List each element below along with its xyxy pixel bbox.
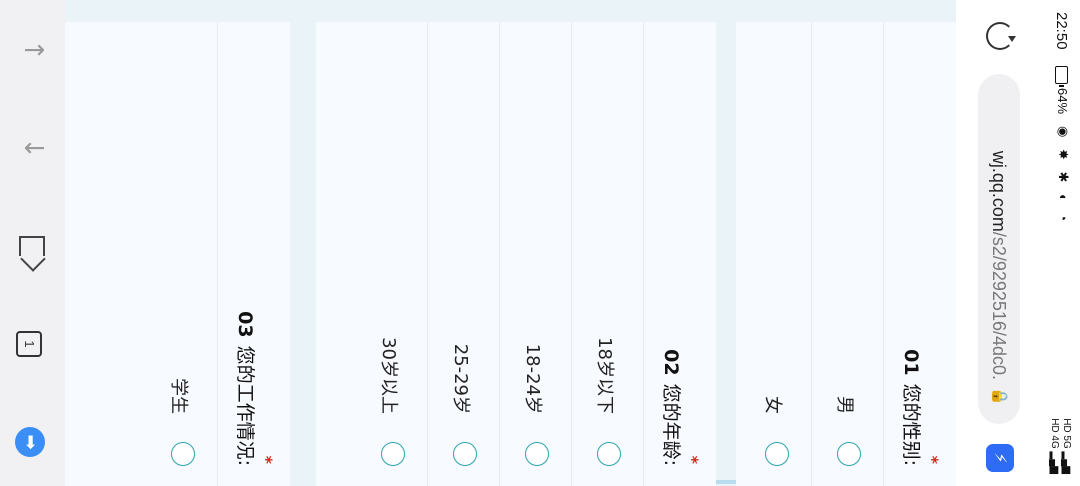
bolt-icon[interactable]: ⚡ (986, 444, 1014, 472)
survey-content: * 01您的性别: 男 女 * 02您的年龄: 18岁以下 18-24岁 25-… (65, 0, 956, 486)
status-bar: 22:50 64% ◉ ✸ ✱ ◐ ◔ HD 5G ▂▄▆ HD 4G ▂▄▆ (1036, 0, 1080, 486)
option-item[interactable]: 30岁以上 (355, 22, 428, 486)
url-field[interactable]: 🔒 wj.qq.com/s2/9292516/4dc0. (978, 74, 1020, 424)
url-host: wj.qq.com (989, 150, 1009, 232)
question-card-3: * 03您的工作情况: 学生 (65, 22, 290, 486)
option-item[interactable]: 学生 (145, 22, 218, 486)
option-label: 男 (834, 396, 855, 414)
radio-button[interactable] (171, 442, 195, 466)
question-number: 02 (660, 349, 682, 376)
question-title: * 01您的性别: (884, 22, 956, 486)
arrow-up-icon: ↑ (18, 39, 48, 61)
option-item[interactable]: 男 (811, 22, 884, 486)
lock-icon: 🔒 (991, 387, 1009, 406)
question-label: 您的年龄: (660, 383, 682, 466)
radio-button[interactable] (525, 442, 549, 466)
question-number: 01 (900, 349, 922, 376)
question-title: * 02您的年龄: (644, 22, 716, 486)
status-icons: ◉ ✸ ✱ ◐ ◔ (1056, 126, 1071, 226)
question-title: * 03您的工作情况: (218, 22, 290, 486)
option-item[interactable]: 女 (739, 22, 812, 486)
reload-icon[interactable] (986, 22, 1014, 50)
option-label: 18岁以下 (594, 337, 615, 414)
option-item[interactable]: 18-24岁 (499, 22, 572, 486)
radio-button[interactable] (765, 442, 789, 466)
status-time: 22:50 (1053, 12, 1070, 50)
tag-icon (19, 236, 45, 256)
network-icons: HD 5G ▂▄▆ HD 4G ▂▄▆ (1048, 418, 1072, 474)
option-label: 25-29岁 (450, 343, 471, 414)
radio-button[interactable] (453, 442, 477, 466)
battery-icon (1055, 66, 1068, 84)
tabs-button[interactable]: 1 (16, 328, 49, 360)
bottom-toolbar: ↑ ↓ 1 ➡ (0, 0, 65, 486)
arrow-right-circle-icon: ➡ (15, 427, 45, 457)
question-number: 03 (234, 311, 256, 338)
option-label: 18-24岁 (522, 343, 543, 414)
option-label: 学生 (168, 378, 189, 414)
option-label: 30岁以上 (378, 337, 399, 414)
arrow-down-icon: ↓ (18, 137, 48, 159)
question-label: 您的工作情况: (234, 345, 256, 466)
back-button[interactable]: ↑ (17, 34, 49, 66)
url-text: wj.qq.com/s2/9292516/4dc0. (988, 151, 1009, 380)
signal-5g-icon: HD 5G ▂▄▆ (1061, 418, 1072, 474)
url-path: /s2/9292516/4dc0. (989, 231, 1009, 380)
tabs-icon: 1 (16, 331, 42, 357)
battery-percent: 64% (1055, 88, 1070, 115)
option-item[interactable]: 25-29岁 (427, 22, 500, 486)
question-card-1: * 01您的性别: 男 女 (736, 22, 956, 486)
question-card-2: * 02您的年龄: 18岁以下 18-24岁 25-29岁 30岁以上 (316, 22, 716, 486)
radio-button[interactable] (597, 442, 621, 466)
question-label: 您的性别: (900, 383, 922, 466)
radio-button[interactable] (837, 442, 861, 466)
option-label: 女 (762, 396, 783, 414)
radio-button[interactable] (381, 442, 405, 466)
menu-button[interactable]: ➡ (15, 426, 49, 458)
signal-4g-icon: HD 4G ▂▄▆ (1049, 418, 1060, 474)
phone-screen: 22:50 64% ◉ ✸ ✱ ◐ ◔ HD 5G ▂▄▆ HD 4G ▂▄▆ … (0, 0, 1080, 486)
address-bar: 🔒 wj.qq.com/s2/9292516/4dc0. ⚡ (956, 0, 1036, 486)
option-item[interactable]: 18岁以下 (571, 22, 644, 486)
forward-button[interactable]: ↓ (17, 132, 49, 164)
bookmark-button[interactable] (17, 230, 49, 262)
